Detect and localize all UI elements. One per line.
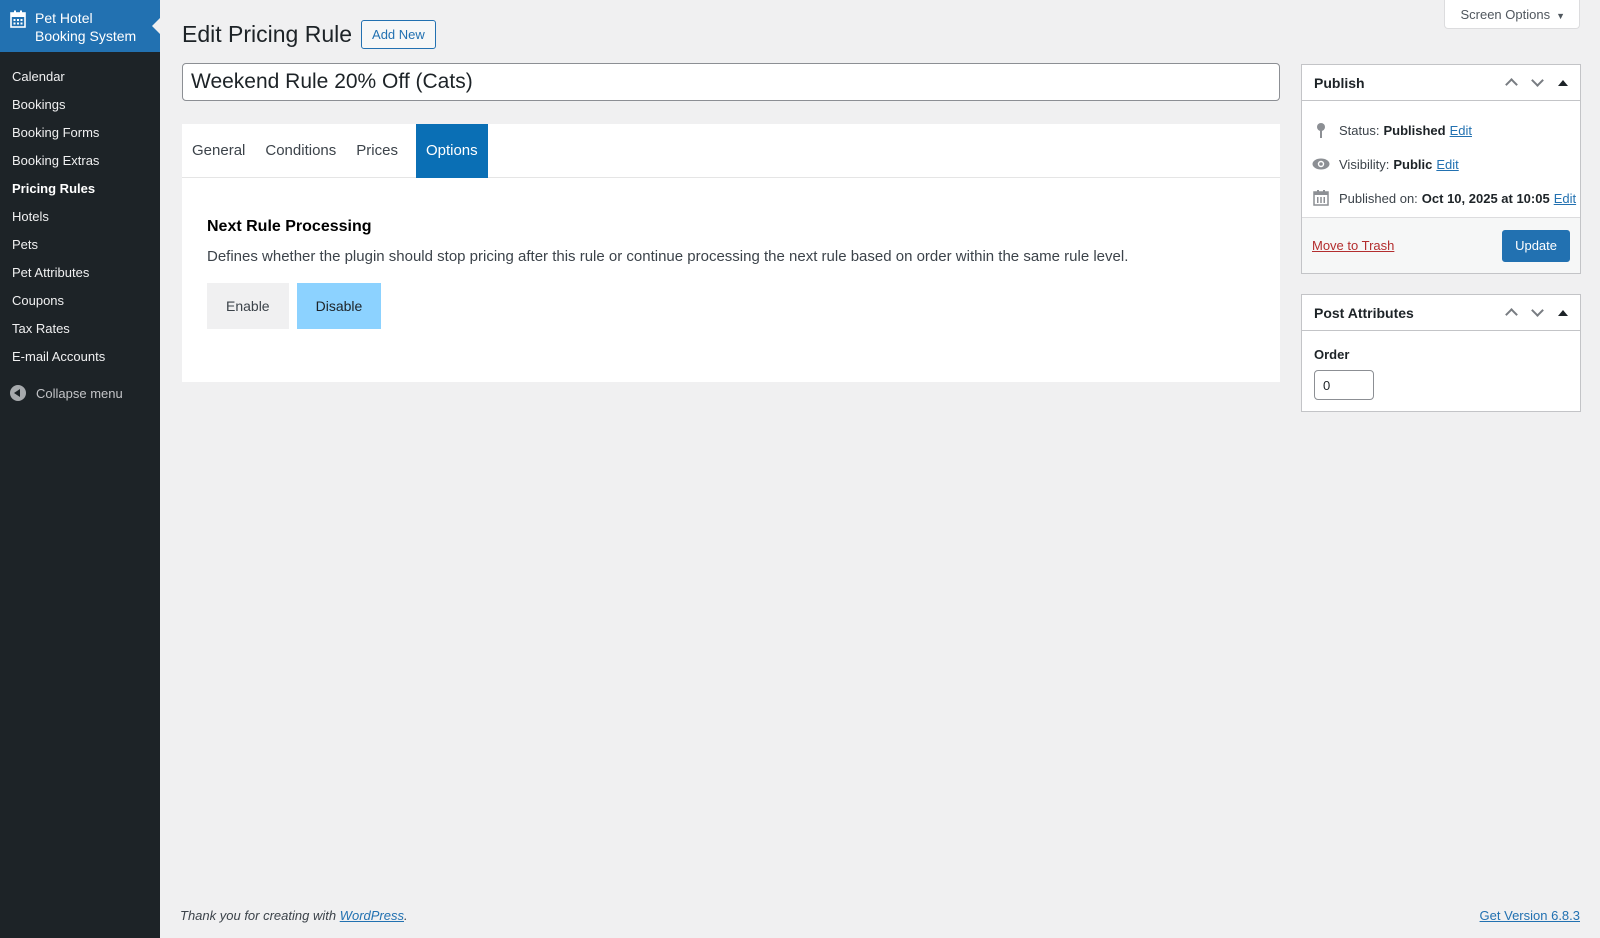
move-down-button[interactable]	[1524, 70, 1550, 96]
update-button[interactable]: Update	[1502, 229, 1570, 262]
move-up-button[interactable]	[1498, 300, 1524, 326]
publish-actions: Move to Trash Update	[1302, 217, 1580, 273]
collapse-menu-button[interactable]: Collapse menu	[0, 379, 160, 407]
admin-footer: Thank you for creating with WordPress. G…	[180, 908, 1580, 923]
pin-icon	[1312, 121, 1330, 139]
post-attributes-title: Post Attributes	[1314, 304, 1414, 321]
footer-thanks-prefix: Thank you for creating with	[180, 908, 337, 923]
sidebar-menu: Calendar Bookings Booking Forms Booking …	[0, 63, 160, 371]
publish-box-header: Publish	[1302, 65, 1580, 101]
next-rule-toggle: Enable Disable	[207, 283, 1255, 329]
wordpress-link[interactable]: WordPress	[340, 908, 404, 923]
option-heading: Next Rule Processing	[207, 218, 372, 235]
page-heading: Edit Pricing Rule Add New	[182, 20, 436, 49]
status-label: Status:	[1339, 122, 1380, 138]
order-input[interactable]	[1314, 370, 1374, 400]
triangle-up-icon	[1558, 79, 1568, 86]
sidebar-item-booking-extras[interactable]: Booking Extras	[0, 147, 160, 175]
chevron-up-icon	[1504, 308, 1518, 321]
edit-date-link[interactable]: Edit	[1554, 191, 1576, 206]
visibility-label: Visibility:	[1339, 156, 1390, 172]
edit-status-link[interactable]: Edit	[1450, 123, 1472, 138]
box-controls	[1498, 70, 1576, 96]
collapse-menu-label: Collapse menu	[36, 385, 123, 401]
rule-settings-panel: General Conditions Prices Options Next R…	[182, 124, 1280, 382]
post-attributes-box: Post Attributes Order	[1301, 294, 1581, 412]
sidebar-item-coupons[interactable]: Coupons	[0, 287, 160, 315]
brand-line-2: Booking System	[35, 28, 137, 44]
tab-options[interactable]: Options	[415, 124, 488, 178]
post-title-input[interactable]	[182, 63, 1280, 101]
disable-button[interactable]: Disable	[296, 283, 382, 329]
visibility-row: Visibility: Public Edit	[1302, 147, 1580, 181]
published-label: Published on:	[1339, 190, 1418, 206]
option-description: Defines whether the plugin should stop p…	[207, 248, 1129, 265]
post-attributes-header: Post Attributes	[1302, 295, 1580, 331]
eye-icon	[1312, 155, 1330, 173]
sidebar-item-booking-forms[interactable]: Booking Forms	[0, 119, 160, 147]
brand-menu-item[interactable]: Pet Hotel Booking System	[0, 0, 160, 52]
edit-visibility-link[interactable]: Edit	[1436, 157, 1458, 172]
current-menu-notch	[152, 18, 160, 34]
sidebar-item-email-accounts[interactable]: E-mail Accounts	[0, 343, 160, 371]
caret-down-icon: ▼	[1556, 11, 1565, 21]
tab-general[interactable]: General	[182, 124, 255, 178]
sidebar-item-pets[interactable]: Pets	[0, 231, 160, 259]
triangle-up-icon	[1558, 309, 1568, 316]
move-down-button[interactable]	[1524, 300, 1550, 326]
tab-prices[interactable]: Prices	[346, 124, 408, 178]
publish-box-title: Publish	[1314, 74, 1365, 91]
visibility-value: Public	[1393, 156, 1433, 172]
sidebar-item-pet-attributes[interactable]: Pet Attributes	[0, 259, 160, 287]
main-content: Screen Options ▼ Edit Pricing Rule Add Ne…	[160, 0, 1600, 938]
options-tab-content: Next Rule Processing Defines whether the…	[182, 178, 1280, 329]
chevron-up-icon	[1504, 78, 1518, 91]
screen-options-label: Screen Options	[1460, 7, 1551, 22]
sidebar-item-bookings[interactable]: Bookings	[0, 91, 160, 119]
sidebar-item-calendar[interactable]: Calendar	[0, 63, 160, 91]
collapse-arrow-icon	[10, 385, 26, 401]
sidebar-item-tax-rates[interactable]: Tax Rates	[0, 315, 160, 343]
status-row: Status: Published Edit	[1302, 113, 1580, 147]
published-value: Oct 10, 2025 at 10:05	[1421, 190, 1550, 206]
calendar-icon	[10, 10, 26, 28]
publish-box: Publish Status: Published Edit Visibilit…	[1301, 64, 1581, 274]
brand-title: Pet Hotel Booking System	[35, 9, 136, 45]
calendar-icon	[1312, 189, 1330, 207]
sidebar-item-pricing-rules[interactable]: Pricing Rules	[0, 175, 160, 203]
footer-thanks-suffix: .	[404, 908, 408, 923]
enable-button[interactable]: Enable	[207, 283, 289, 329]
get-version-link[interactable]: Get Version 6.8.3	[1480, 908, 1580, 923]
footer-version: Get Version 6.8.3	[1480, 908, 1580, 923]
move-to-trash-link[interactable]: Move to Trash	[1312, 238, 1394, 253]
page-title: Edit Pricing Rule	[182, 21, 353, 47]
admin-sidebar: Pet Hotel Booking System Calendar Bookin…	[0, 0, 160, 938]
toggle-panel-button[interactable]	[1550, 70, 1576, 96]
status-value: Published	[1383, 122, 1446, 138]
box-controls	[1498, 300, 1576, 326]
screen-options-button[interactable]: Screen Options ▼	[1444, 0, 1580, 29]
published-date-row: Published on: Oct 10, 2025 at 10:05 Edit	[1302, 181, 1580, 215]
chevron-down-icon	[1530, 304, 1544, 317]
post-attributes-body: Order	[1302, 331, 1580, 416]
footer-thanks: Thank you for creating with WordPress.	[180, 908, 408, 923]
brand-line-1: Pet Hotel	[35, 10, 93, 26]
sidebar-item-hotels[interactable]: Hotels	[0, 203, 160, 231]
toggle-panel-button[interactable]	[1550, 300, 1576, 326]
chevron-down-icon	[1530, 74, 1544, 87]
settings-tabs: General Conditions Prices Options	[182, 124, 1280, 178]
publish-misc: Status: Published Edit Visibility: Publi…	[1302, 101, 1580, 215]
move-up-button[interactable]	[1498, 70, 1524, 96]
add-new-button[interactable]: Add New	[361, 20, 436, 49]
order-label: Order	[1314, 347, 1350, 362]
tab-conditions[interactable]: Conditions	[255, 124, 346, 178]
